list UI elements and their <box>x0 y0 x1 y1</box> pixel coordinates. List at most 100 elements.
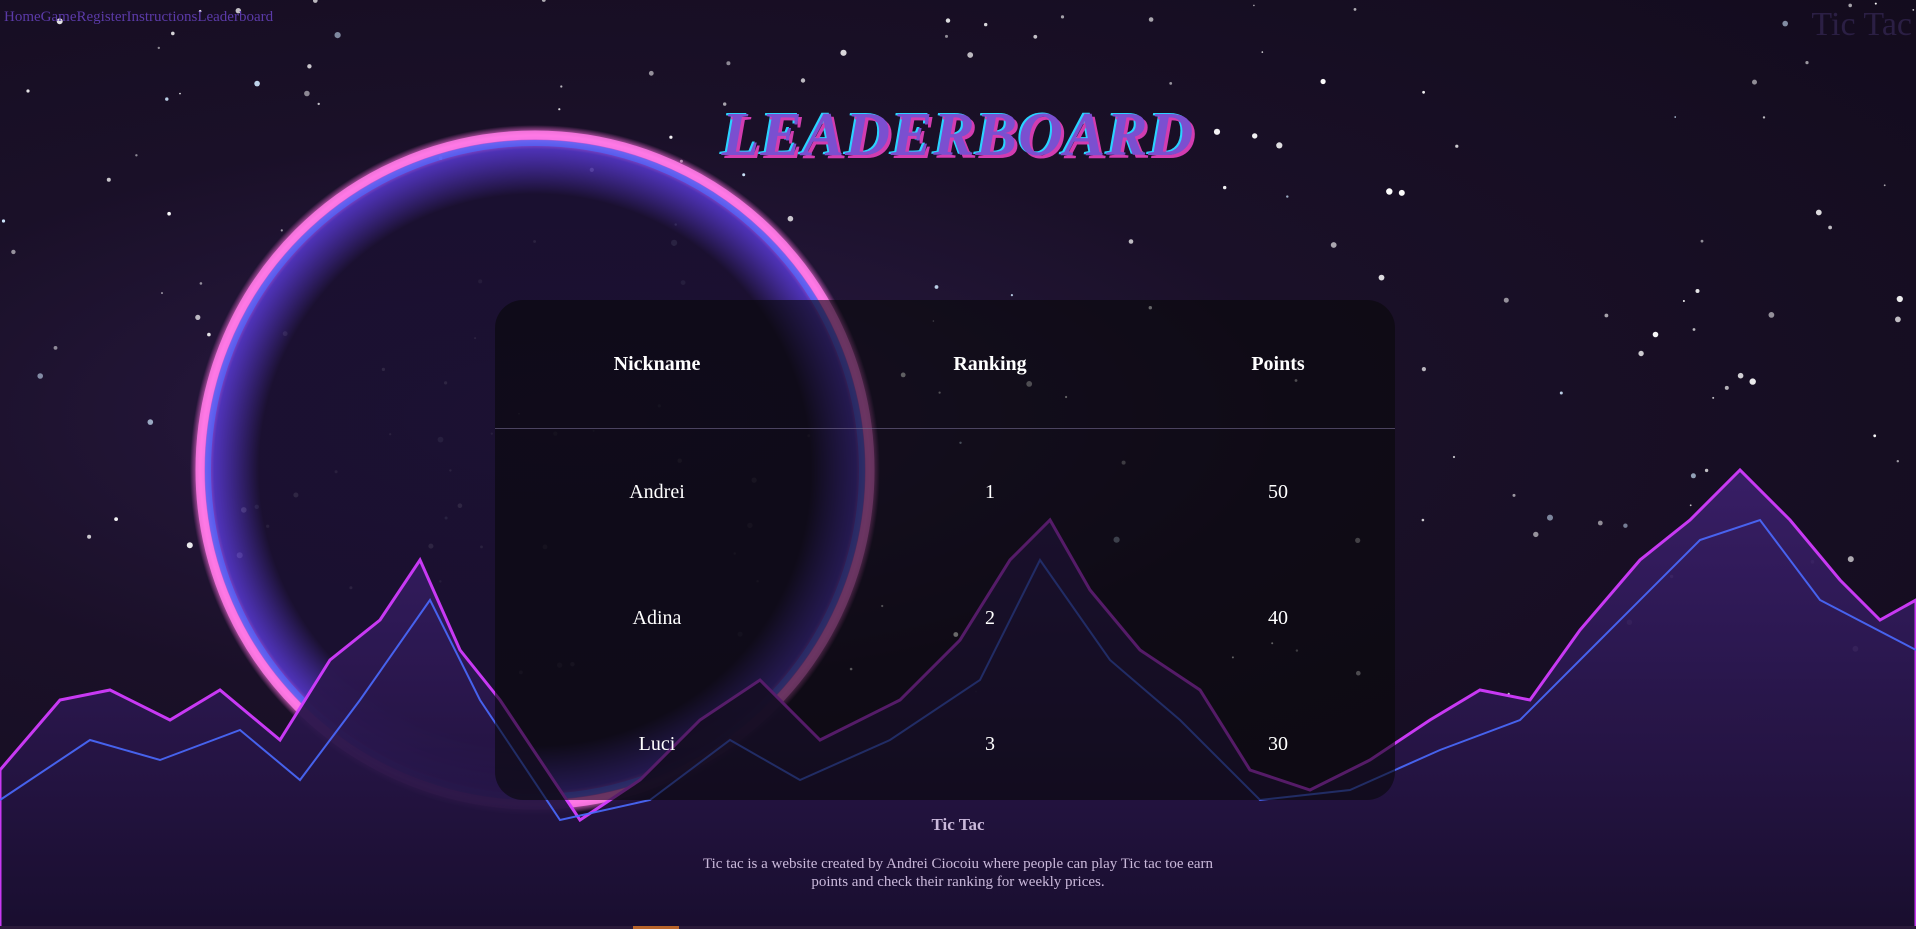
star <box>1896 460 1900 463</box>
star <box>87 534 92 539</box>
star <box>167 211 171 216</box>
star <box>541 0 546 2</box>
star <box>1815 209 1822 216</box>
star <box>1353 7 1357 11</box>
star <box>1704 468 1709 473</box>
table-header-row: Nickname Ranking Points <box>495 300 1395 429</box>
star <box>1128 239 1134 244</box>
star <box>280 229 283 232</box>
star <box>787 215 794 222</box>
footer: Tic Tac Tic tac is a website created by … <box>0 815 1916 891</box>
star <box>26 89 30 93</box>
star <box>1782 20 1788 27</box>
star <box>934 285 939 289</box>
star <box>984 22 988 27</box>
star <box>1320 78 1326 85</box>
star <box>1700 239 1704 243</box>
star <box>1695 289 1700 293</box>
star <box>307 64 312 69</box>
star <box>304 90 310 97</box>
star <box>1330 242 1337 248</box>
star <box>648 70 654 76</box>
star <box>199 282 203 285</box>
star <box>1398 189 1405 196</box>
star <box>1060 15 1065 19</box>
star <box>179 92 181 95</box>
star <box>726 61 731 66</box>
star <box>1286 195 1289 198</box>
main-nav: Home Game Register Instructions Leaderbo… <box>4 9 273 26</box>
star <box>945 34 948 38</box>
star <box>1682 300 1685 302</box>
star <box>1847 556 1854 563</box>
star <box>171 31 175 36</box>
cell-ranking: 3 <box>985 732 995 755</box>
star <box>560 85 563 88</box>
cell-ranking: 1 <box>985 480 995 503</box>
star <box>186 542 193 549</box>
star <box>1768 312 1775 318</box>
header-nickname: Nickname <box>495 300 819 429</box>
star <box>1690 473 1696 479</box>
star <box>945 18 951 23</box>
star <box>1533 531 1539 538</box>
star <box>1652 331 1659 338</box>
brand-logo: Tic Tac <box>1811 6 1912 43</box>
cell-nickname: Andrei <box>629 480 685 503</box>
star <box>1503 297 1509 303</box>
star <box>1421 518 1425 522</box>
star <box>1223 185 1227 190</box>
star <box>1912 9 1915 11</box>
star <box>161 292 163 294</box>
star <box>1452 455 1456 459</box>
star <box>840 49 847 56</box>
star <box>1253 4 1255 7</box>
nav-register-link[interactable]: Register <box>77 9 127 26</box>
star <box>800 78 806 83</box>
star <box>1 219 6 223</box>
star <box>1033 34 1038 39</box>
star <box>1604 313 1609 318</box>
star <box>1874 2 1877 5</box>
star <box>1421 367 1426 372</box>
star <box>1378 274 1385 281</box>
star <box>207 332 211 337</box>
nav-game-link[interactable]: Game <box>41 9 77 26</box>
table-row: Adina 2 40 <box>495 555 1395 681</box>
star <box>1712 396 1715 399</box>
nav-instructions-link[interactable]: Instructions <box>127 9 198 26</box>
leaderboard-table: Nickname Ranking Points Andrei 1 50 Adin… <box>495 300 1395 807</box>
star <box>1752 79 1757 85</box>
star <box>1883 184 1886 187</box>
star <box>1724 385 1729 390</box>
footer-description: Tic tac is a website created by Andrei C… <box>702 856 1214 890</box>
star <box>1623 523 1628 528</box>
header-ranking: Ranking <box>819 300 1161 429</box>
footer-title: Tic Tac <box>931 815 985 834</box>
star <box>106 177 111 182</box>
table-row: Andrei 1 50 <box>495 429 1395 556</box>
nav-leaderboard-link[interactable]: Leaderboard <box>197 9 273 26</box>
star <box>1547 514 1553 521</box>
star <box>1512 493 1516 497</box>
star <box>1169 82 1173 85</box>
cell-points: 40 <box>1268 606 1288 629</box>
star <box>1386 188 1393 195</box>
star <box>1828 225 1832 230</box>
star <box>1559 391 1563 395</box>
star <box>147 419 154 425</box>
star <box>1148 17 1154 22</box>
star <box>11 249 16 255</box>
star <box>1737 372 1744 379</box>
star <box>1692 328 1696 331</box>
cell-points: 50 <box>1268 480 1288 503</box>
star <box>1896 295 1903 303</box>
table-row: Luci 3 30 <box>495 681 1395 807</box>
nav-home-link[interactable]: Home <box>4 9 41 26</box>
star <box>1805 61 1809 65</box>
star <box>334 31 341 39</box>
page-title: LEADERBOARD <box>721 101 1195 169</box>
cell-nickname: Adina <box>632 606 682 629</box>
star <box>254 80 260 87</box>
cell-points: 30 <box>1268 732 1288 755</box>
